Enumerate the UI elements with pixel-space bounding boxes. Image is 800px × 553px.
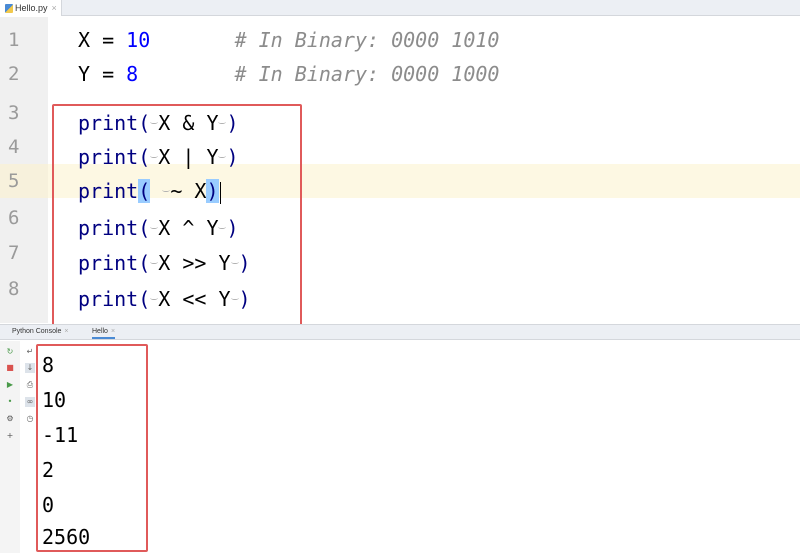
code-comment: # In Binary: 0000 1010 [234,28,500,52]
line-number: 3 [8,102,20,124]
line-number: 2 [8,63,20,85]
code-line-1[interactable]: X = 10 # In Binary: 0000 1010 [78,23,499,57]
tab-close-icon[interactable]: × [64,328,68,335]
console-tab-bar: Python Console × Hello × [0,324,800,340]
clear-icon[interactable]: ∞ [25,397,35,407]
line-number: 4 [8,136,20,158]
line-number: 5 [8,170,20,192]
tab-close-icon[interactable]: × [52,3,57,13]
rerun-icon[interactable]: ↻ [5,347,15,357]
print-icon[interactable]: ⎙ [25,380,35,390]
line-number: 1 [8,29,20,51]
code-line-2[interactable]: Y = 8 # In Binary: 0000 1000 [78,57,499,91]
tab-python-console[interactable]: Python Console × [12,328,69,335]
line-number: 7 [8,242,20,264]
output-highlight-box [36,344,148,552]
code-editor[interactable]: 1 2 3 4 5 6 7 8 X = 10 # In Binary: 0000… [0,17,800,332]
tab-hello-py[interactable]: Hello.py × [0,0,62,16]
code-comment: # In Binary: 0000 1000 [234,62,500,86]
line-number: 6 [8,207,20,229]
scroll-to-end-icon[interactable]: ↓ [25,363,35,373]
soft-wrap-icon[interactable]: ↵ [25,347,35,357]
run-icon[interactable]: ▶ [5,380,15,390]
code-highlight-box [52,104,302,332]
debug-icon[interactable]: • [5,397,15,407]
tab-label: Hello.py [15,3,48,13]
run-toolbar: ↻ ■ ▶ • ⚙ + [0,341,20,553]
stop-icon[interactable]: ■ [5,363,15,373]
tab-hello-run[interactable]: Hello × [92,328,116,339]
python-file-icon [5,3,13,13]
settings-icon[interactable]: ⚙ [5,414,15,424]
run-console[interactable]: ↻ ■ ▶ • ⚙ + ↵ ↓ ⎙ ∞ ◷ 8 10 -11 2 0 2560 [0,341,800,553]
add-icon[interactable]: + [5,431,15,441]
editor-tab-bar: Hello.py × [0,0,800,16]
history-icon[interactable]: ◷ [25,414,35,424]
tab-close-icon[interactable]: × [111,328,115,335]
line-number: 8 [8,278,20,300]
